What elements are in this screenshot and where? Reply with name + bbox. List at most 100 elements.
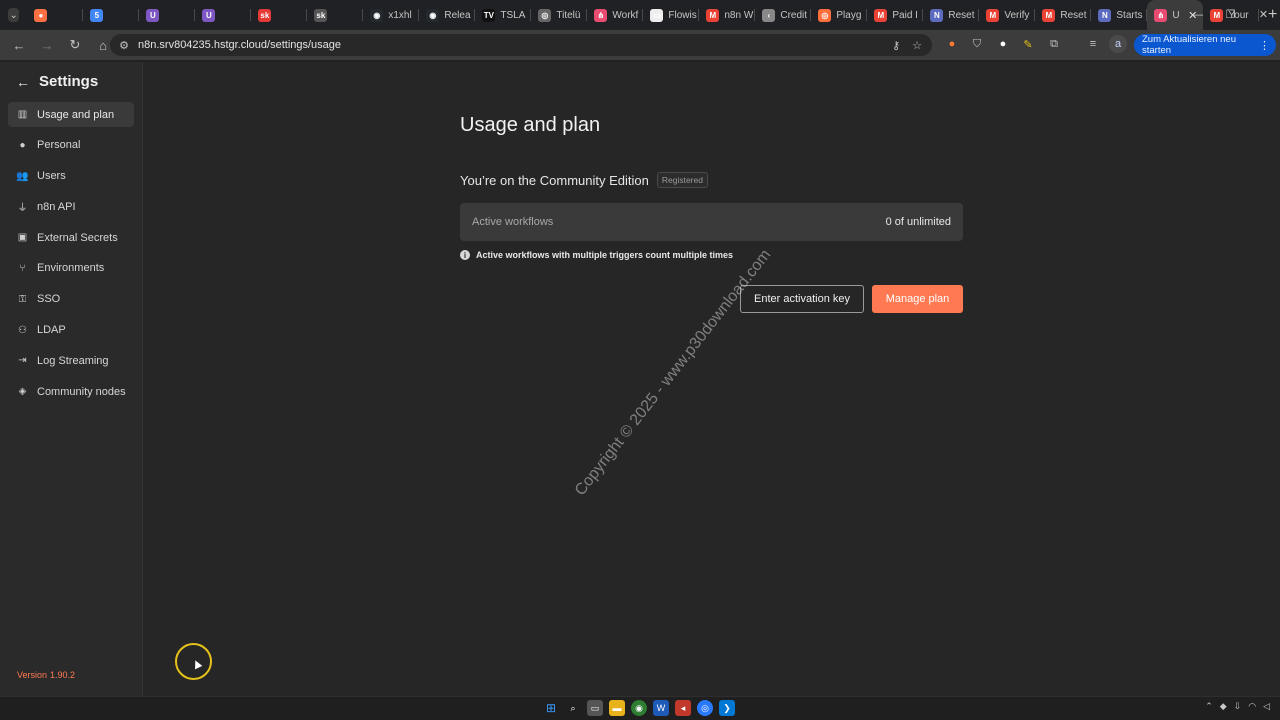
app-blue-icon[interactable]: ◎ [697,700,713,716]
browser-tab[interactable]: M Verify [979,0,1036,30]
tab-list: ● 5 U Usk sk ◉ x1xhl ◉ Relea TV TSLA ◎ Titelü ⋔ Workf ▭… [27,0,1260,30]
tab-favicon-icon: ◎ [818,8,832,22]
tab-favicon-icon: U [202,8,216,22]
browser-tab[interactable]: 5 [83,0,140,30]
extension-dot-icon[interactable]: ● [994,35,1012,53]
sidebar-item-label: LDAP [37,324,66,337]
sidebar-item-external-secrets[interactable]: ▣ External Secrets [8,225,134,250]
wifi-icon[interactable]: ◠ [1248,701,1256,712]
vault-icon: ▣ [17,232,28,244]
note-text: Active workflows with multiple triggers … [476,250,734,260]
sidebar-item-label: SSO [37,293,61,306]
browser-tab[interactable]: ● [27,0,84,30]
task-view-icon[interactable]: ▭ [587,700,603,716]
sidebar-item-n8n-api[interactable]: ⏚ n8n API [8,194,134,219]
sidebar-item-log-streaming[interactable]: ⇥ Log Streaming [8,348,134,373]
close-window-icon[interactable]: ✕ [1247,0,1280,30]
tab-label: TSLA [500,9,526,21]
file-explorer-icon[interactable]: ▬ [609,700,625,716]
browser-tab[interactable]: M Reset [1035,0,1092,30]
browser-tab[interactable]: ◉ x1xhl [363,0,420,30]
tab-label: Reset [948,9,975,21]
browser-tab[interactable]: sk [251,0,308,30]
maximize-icon[interactable]: ❐ [1214,0,1247,30]
browser-tab[interactable]: ‹ Credit [755,0,812,30]
browser-tab[interactable]: N Starts [1091,0,1148,30]
minimize-icon[interactable]: — [1181,0,1214,30]
enter-activation-key-button[interactable]: Enter activation key [740,285,864,313]
usage-value: 0 of unlimited [885,216,951,228]
back-icon[interactable]: ← [6,32,32,58]
sidebar-item-users[interactable]: 👥 Users [8,164,134,189]
browser-menu-icon[interactable]: ⋮ [1259,39,1270,52]
browser-tab[interactable]: ▭ Flowis [643,0,700,30]
browser-tab[interactable]: ◉ Relea [419,0,476,30]
user-lock-icon: ⚿ [18,293,27,305]
sidebar-item-sso[interactable]: ⚿ SSO [8,287,134,312]
download-icon[interactable]: ⇩ [1234,701,1242,712]
browser-tab[interactable]: ◎ Playg [811,0,868,30]
browser-tab[interactable]: U [195,0,252,30]
search-icon[interactable]: ⌕ [565,700,581,716]
tab-label: Titelü [556,9,581,21]
tab-favicon-icon: ⋔ [594,8,608,22]
manage-plan-button[interactable]: Manage plan [872,285,963,313]
site-info-icon[interactable]: ⚙ [116,39,132,52]
browser-tab-strip: ⌄ ● 5 U Usk sk ◉ x1xhl ◉ Relea TV TSLA ◎ Titelü ⋔ Work… [0,0,1280,30]
sidebar-header[interactable]: ← Settings [16,73,98,90]
password-key-icon[interactable]: ⚷ [892,39,900,52]
url-text[interactable]: n8n.srv804235.hstgr.cloud/settings/usage [138,39,341,51]
sidebar-item-ldap[interactable]: ⚇ LDAP [8,318,134,343]
recorder-icon[interactable]: ◂ [675,700,691,716]
sidebar-item-label: Log Streaming [37,354,109,367]
tab-favicon-icon: M [986,8,1000,22]
extensions-puzzle-icon[interactable]: ⧉ [1045,35,1063,53]
address-bar[interactable]: ⚙ n8n.srv804235.hstgr.cloud/settings/usa… [110,34,932,56]
word-icon[interactable]: W [653,700,669,716]
extension-orange-icon[interactable]: ● [943,35,961,53]
browser-tab[interactable]: M Paid I [867,0,924,30]
vscode-icon[interactable]: ❯ [719,700,735,716]
version-number: 1.90.2 [50,670,76,680]
tab-favicon-icon: ◎ [538,8,552,22]
sidebar-item-label: Usage and plan [37,108,115,121]
extension-shield-icon[interactable]: ⛉ [968,35,986,53]
extension-pen-icon[interactable]: ✎ [1019,35,1037,53]
version-info[interactable]: Version 1.90.2 [17,670,75,680]
sidebar-item-personal[interactable]: ● Personal [8,133,134,158]
volume-icon[interactable]: ◁ [1263,701,1270,712]
reload-icon[interactable]: ↻ [62,32,88,58]
sidebar-item-community-nodes[interactable]: ◈ Community nodes [8,379,134,404]
browser-tab[interactable]: TV TSLA [475,0,532,30]
browser-tab[interactable]: ⋔ Workf [587,0,644,30]
browser-tab[interactable]: U [139,0,196,30]
browser-tab[interactable]: ◎ Titelü [531,0,588,30]
back-arrow-icon[interactable]: ← [16,74,30,90]
tab-favicon-icon: sk [258,8,272,22]
bookmark-star-icon[interactable]: ☆ [912,39,922,52]
tab-label: Playg [836,9,862,21]
tab-label: Verify [1004,9,1030,21]
browser-tab[interactable]: N Reset [923,0,980,30]
tab-label: Relea [444,9,471,21]
windows-start-icon[interactable]: ⊞ [543,700,559,716]
sidebar-item-label: Environments [37,262,105,275]
sidebar-item-usage-and-plan[interactable]: ▥ Usage and plan [8,102,134,127]
forward-icon[interactable]: → [34,32,60,58]
tab-search-button[interactable]: ⌄ [8,8,20,22]
browser-tab[interactable]: Mn8n W [699,0,756,30]
plug-icon: ⏚ [17,203,28,215]
tab-favicon-icon: 5 [90,8,104,22]
tray-app-icon[interactable]: ◆ [1220,701,1227,712]
tab-label: Flowis [668,9,697,21]
chrome-icon[interactable]: ◉ [631,700,647,716]
browser-tab[interactable]: sk [307,0,364,30]
update-restart-button[interactable]: Zum Aktualisieren neu starten ⋮ [1134,34,1276,56]
sidebar-title: Settings [39,73,99,90]
tray-chevron-icon[interactable]: ⌃ [1205,701,1213,712]
media-controls-icon[interactable]: ≡ [1084,35,1102,53]
tab-favicon-icon: ● [34,8,48,22]
sidebar-item-label: Users [37,170,66,183]
sidebar-item-environments[interactable]: ⑂ Environments [8,256,134,281]
profile-avatar[interactable]: a [1109,35,1127,53]
